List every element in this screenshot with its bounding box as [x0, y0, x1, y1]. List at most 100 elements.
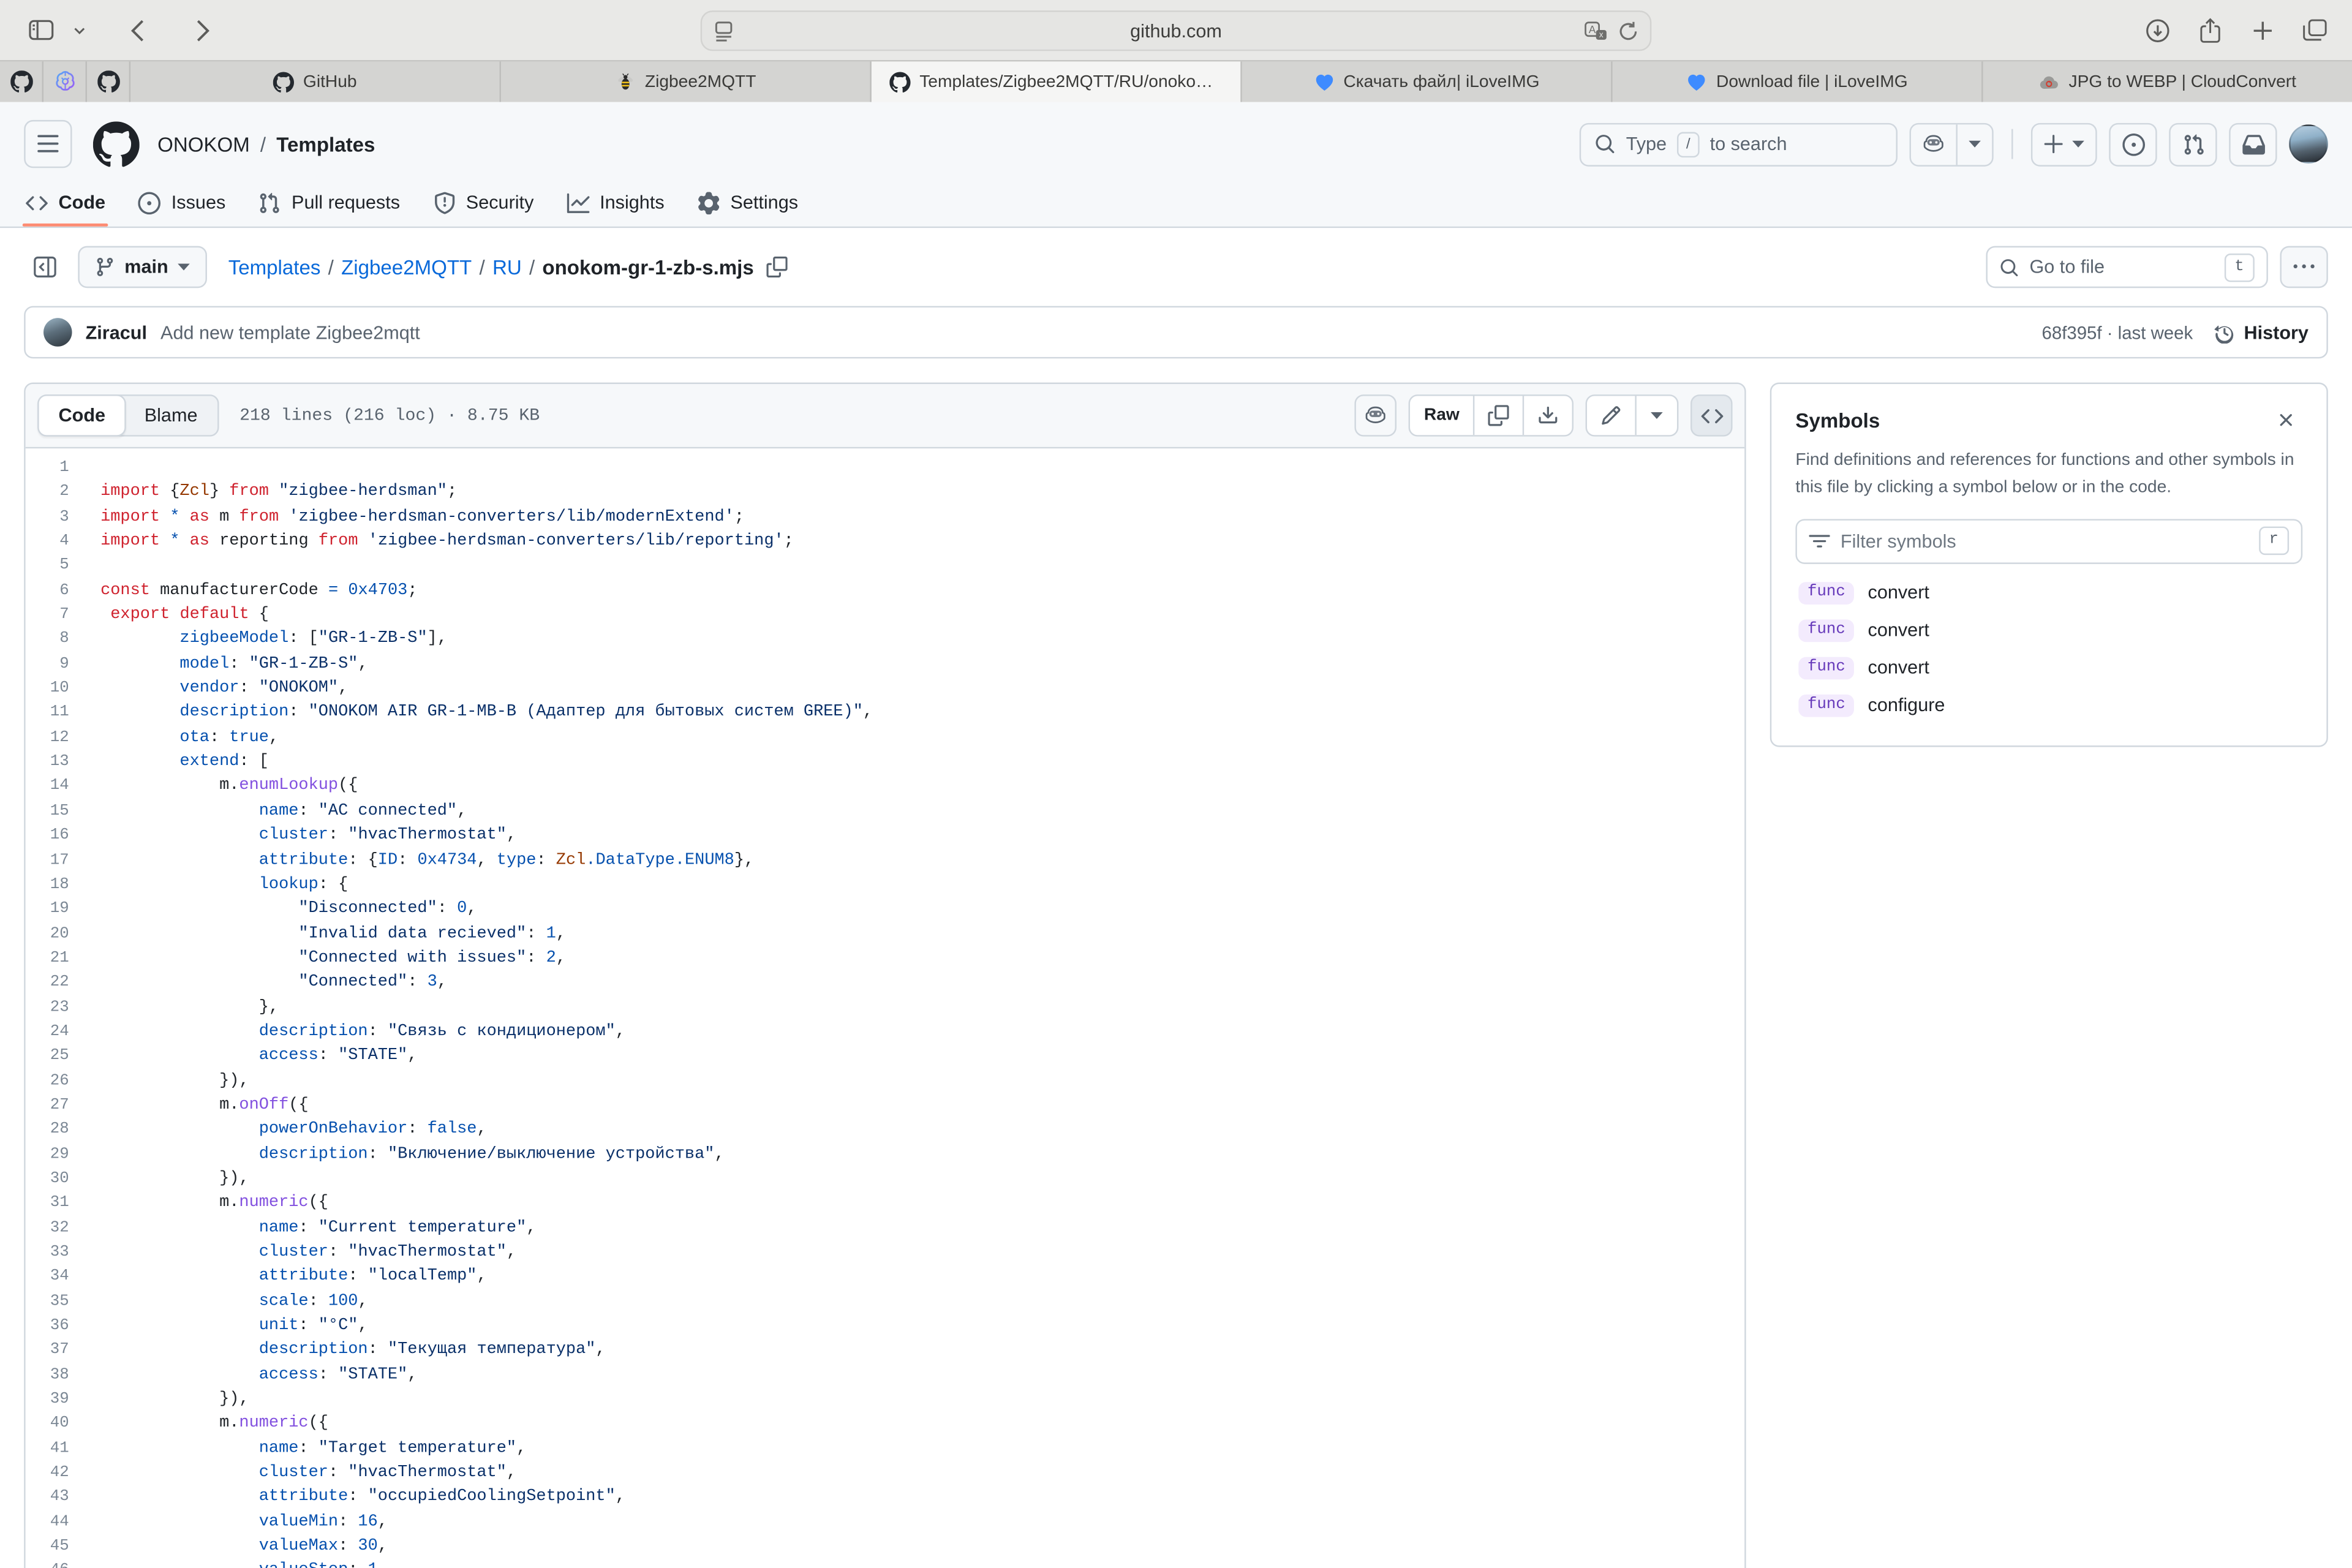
line-number[interactable]: 19 — [26, 897, 100, 922]
symbol-item[interactable]: funcconvert — [1795, 574, 2302, 611]
nav-tab-security[interactable]: Security — [417, 178, 550, 226]
file-tree-toggle-icon[interactable] — [24, 246, 66, 288]
view-tab-code[interactable]: Code — [37, 394, 126, 437]
line-number[interactable]: 37 — [26, 1338, 100, 1363]
view-tab-blame[interactable]: Blame — [125, 396, 217, 435]
browser-tab[interactable]: Download file | iLoveIMG — [1613, 61, 1983, 102]
repo-link[interactable]: Templates — [276, 133, 375, 156]
close-icon[interactable] — [2269, 404, 2302, 437]
commit-author-avatar[interactable] — [43, 318, 72, 347]
edit-dropdown-caret[interactable] — [1635, 396, 1677, 435]
line-number[interactable]: 14 — [26, 775, 100, 799]
line-number[interactable]: 32 — [26, 1216, 100, 1240]
nav-tab-code[interactable]: Code — [9, 178, 122, 226]
symbol-item[interactable]: funcconvert — [1795, 649, 2302, 686]
issues-header-button[interactable] — [2109, 123, 2157, 166]
copilot-dropdown-caret[interactable] — [1956, 124, 1992, 164]
inbox-button[interactable] — [2229, 123, 2277, 166]
line-number[interactable]: 11 — [26, 701, 100, 726]
symbols-filter-input[interactable] — [1841, 530, 2248, 551]
line-number[interactable]: 45 — [26, 1535, 100, 1559]
file-more-options-button[interactable] — [2280, 246, 2328, 288]
browser-tab[interactable]: Templates/Zigbee2MQTT/RU/onokom-gr-1-zb-… — [872, 61, 1242, 102]
symbols-filter[interactable]: r — [1795, 518, 2302, 563]
symbol-item[interactable]: funcconfigure — [1795, 687, 2302, 724]
download-raw-button[interactable] — [1523, 396, 1572, 435]
line-number[interactable]: 21 — [26, 946, 100, 971]
history-link[interactable]: History — [2214, 322, 2309, 342]
commit-sha-time[interactable]: 68f395f · last week — [2042, 322, 2193, 342]
back-button[interactable] — [117, 10, 156, 50]
copy-raw-button[interactable] — [1473, 396, 1523, 435]
address-bar[interactable]: github.com Ax — [701, 10, 1652, 51]
line-number[interactable]: 10 — [26, 677, 100, 701]
line-number[interactable]: 4 — [26, 530, 100, 554]
line-number[interactable]: 34 — [26, 1265, 100, 1289]
line-number[interactable]: 40 — [26, 1412, 100, 1436]
line-number[interactable]: 1 — [26, 456, 100, 480]
line-number[interactable]: 29 — [26, 1142, 100, 1167]
line-number[interactable]: 7 — [26, 603, 100, 628]
line-number[interactable]: 15 — [26, 799, 100, 824]
tab-overview-icon[interactable] — [2295, 10, 2334, 50]
share-icon[interactable] — [2190, 10, 2230, 50]
pinned-tab[interactable] — [87, 61, 130, 102]
nav-tab-issues[interactable]: Issues — [122, 178, 242, 226]
line-number[interactable]: 20 — [26, 922, 100, 946]
line-number[interactable]: 35 — [26, 1289, 100, 1314]
copy-path-icon[interactable] — [766, 257, 786, 277]
line-number[interactable]: 46 — [26, 1559, 100, 1568]
browser-tab[interactable]: JPG to WEBP | CloudConvert — [1983, 61, 2352, 102]
line-number[interactable]: 18 — [26, 873, 100, 897]
line-number[interactable]: 13 — [26, 750, 100, 775]
global-menu-button[interactable] — [24, 120, 72, 168]
nav-tab-pull-requests[interactable]: Pull requests — [242, 178, 417, 226]
line-number[interactable]: 26 — [26, 1069, 100, 1093]
line-number[interactable]: 24 — [26, 1020, 100, 1044]
copilot-icon[interactable] — [1911, 124, 1956, 164]
copilot-button[interactable] — [1910, 123, 1994, 166]
github-logo-icon[interactable] — [93, 121, 140, 167]
line-number[interactable]: 9 — [26, 652, 100, 677]
line-number[interactable]: 3 — [26, 505, 100, 530]
line-number[interactable]: 38 — [26, 1363, 100, 1387]
new-tab-icon[interactable] — [2242, 10, 2282, 50]
browser-tab[interactable]: Скачать файл| iLoveIMG — [1242, 61, 1613, 102]
line-number[interactable]: 23 — [26, 995, 100, 1020]
nav-tab-settings[interactable]: Settings — [681, 178, 815, 226]
reload-icon[interactable] — [1618, 20, 1638, 41]
line-number[interactable]: 44 — [26, 1510, 100, 1535]
line-number[interactable]: 33 — [26, 1240, 100, 1265]
line-number[interactable]: 28 — [26, 1118, 100, 1142]
line-number[interactable]: 27 — [26, 1093, 100, 1118]
line-number[interactable]: 43 — [26, 1486, 100, 1510]
symbols-toggle-button[interactable] — [1691, 394, 1733, 437]
reader-view-icon[interactable] — [714, 20, 734, 41]
line-number[interactable]: 8 — [26, 628, 100, 652]
copilot-code-button[interactable] — [1355, 394, 1397, 437]
line-number[interactable]: 39 — [26, 1387, 100, 1412]
sidebar-chevron-icon[interactable] — [69, 10, 90, 50]
breadcrumb-link[interactable]: Zigbee2MQTT — [341, 256, 472, 279]
line-number[interactable]: 36 — [26, 1314, 100, 1338]
create-new-button[interactable] — [2031, 123, 2097, 166]
pinned-tab[interactable] — [0, 61, 43, 102]
line-number[interactable]: 42 — [26, 1461, 100, 1486]
translate-icon[interactable]: Ax — [1584, 20, 1608, 41]
breadcrumb-link[interactable]: Templates — [228, 256, 321, 279]
forward-button[interactable] — [183, 10, 222, 50]
go-to-file-input[interactable]: Go to file t — [1986, 246, 2267, 288]
sidebar-toggle-icon[interactable] — [21, 10, 60, 50]
branch-selector[interactable]: main — [78, 246, 207, 288]
line-number[interactable]: 2 — [26, 481, 100, 505]
org-link[interactable]: ONOKOM — [157, 133, 250, 156]
browser-tab[interactable]: Zigbee2MQTT — [501, 61, 872, 102]
line-number[interactable]: 12 — [26, 726, 100, 750]
line-number[interactable]: 16 — [26, 824, 100, 848]
symbol-item[interactable]: funcconvert — [1795, 611, 2302, 649]
line-number[interactable]: 6 — [26, 579, 100, 603]
line-number[interactable]: 30 — [26, 1167, 100, 1191]
user-avatar[interactable] — [2289, 124, 2328, 164]
line-number[interactable]: 22 — [26, 971, 100, 995]
breadcrumb-link[interactable]: RU — [492, 256, 522, 279]
